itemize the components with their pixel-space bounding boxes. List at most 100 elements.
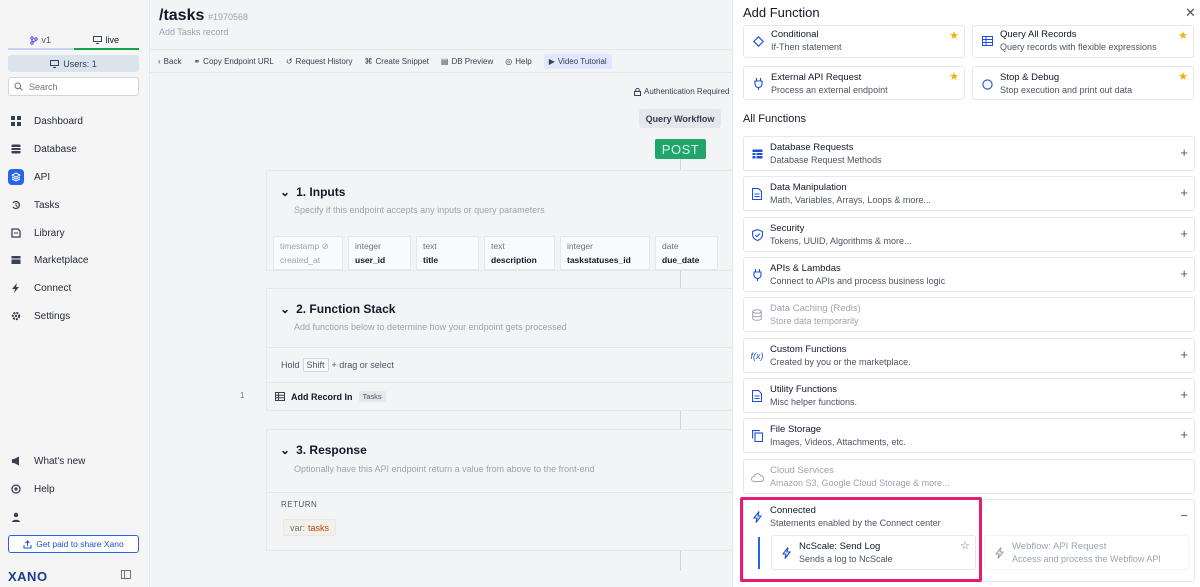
function-name: Conditional: [771, 29, 819, 40]
method-badge[interactable]: POST: [655, 139, 706, 159]
category-cloud-services[interactable]: Cloud Services Amazon S3, Google Cloud S…: [743, 459, 1195, 494]
share-label: Get paid to share Xano: [36, 539, 124, 549]
category-connected[interactable]: Connected Statements enabled by the Conn…: [743, 499, 1195, 582]
users-indicator[interactable]: Users: 1: [8, 55, 139, 72]
query-workflow-button[interactable]: Query Workflow: [639, 109, 721, 128]
sidebar-item-help[interactable]: Help: [8, 480, 139, 498]
favorite-external-api-request[interactable]: External API Request Process an external…: [743, 66, 965, 100]
category-data-manipulation[interactable]: Data Manipulation Math, Variables, Array…: [743, 176, 1195, 211]
category-security[interactable]: Security Tokens, UUID, Algorithms & more…: [743, 217, 1195, 252]
input-field[interactable]: text title: [416, 236, 479, 270]
input-field[interactable]: timestamp ⊘ created_at: [273, 236, 343, 270]
plus-icon[interactable]: +: [1180, 348, 1188, 361]
help-button[interactable]: ◎ Help: [505, 57, 531, 66]
function-stack-subtitle: Add functions below to determine how you…: [294, 322, 567, 332]
return-variable-chip[interactable]: var: tasks: [283, 519, 337, 536]
plus-icon[interactable]: +: [1180, 186, 1188, 199]
sidebar-item-library[interactable]: Library: [8, 224, 139, 242]
share-button[interactable]: Get paid to share Xano: [8, 535, 139, 553]
search-icon: [14, 82, 23, 91]
branch-tab-v1[interactable]: v1: [8, 32, 74, 50]
create-snippet-button[interactable]: ⌘ Create Snippet: [365, 57, 429, 66]
function-name: Add Record In: [291, 391, 353, 402]
favorite-stop-debug[interactable]: Stop & Debug Stop execution and print ou…: [972, 66, 1194, 100]
document-icon: [750, 187, 764, 201]
plus-icon[interactable]: +: [1180, 428, 1188, 441]
lightning-icon: [750, 510, 764, 524]
copy-endpoint-button[interactable]: ⚭ Copy Endpoint URL: [193, 57, 273, 66]
star-icon[interactable]: ★: [1178, 29, 1188, 42]
function-stack-title[interactable]: ⌄ 2. Function Stack: [280, 302, 395, 316]
connect-icon: [8, 280, 24, 296]
sidebar-item-tasks[interactable]: Tasks: [8, 196, 139, 214]
auth-label: Authentication Required: [644, 87, 730, 96]
connector-line: [680, 551, 681, 571]
monitor-icon: [93, 36, 103, 44]
input-field[interactable]: date due_date: [655, 236, 718, 270]
lightning-icon: [992, 546, 1006, 560]
plus-icon[interactable]: +: [1180, 146, 1188, 159]
star-icon[interactable]: ★: [949, 70, 959, 83]
function-webflow-api-request[interactable]: Webflow: API Request Access and process …: [984, 535, 1189, 570]
library-icon: [8, 225, 24, 241]
category-data-caching[interactable]: Data Caching (Redis) Store data temporar…: [743, 297, 1195, 332]
sidebar-item-connect[interactable]: Connect: [8, 279, 139, 297]
input-field[interactable]: text description: [484, 236, 555, 270]
plus-icon[interactable]: +: [1180, 267, 1188, 280]
page-title: /tasks: [159, 7, 205, 24]
category-file-storage[interactable]: File Storage Images, Videos, Attachments…: [743, 418, 1195, 453]
function-row-add-record[interactable]: Add Record In Tasks: [266, 382, 732, 411]
help-icon: ◎: [505, 56, 513, 66]
category-apis-lambdas[interactable]: APIs & Lambdas Connect to APIs and proce…: [743, 257, 1195, 292]
auth-indicator[interactable]: Authentication Required: [634, 87, 729, 96]
add-function-hint[interactable]: Hold Shift + drag or select: [267, 347, 733, 382]
lightning-icon: [779, 546, 793, 560]
search-input[interactable]: [29, 81, 129, 92]
favorite-query-all-records[interactable]: Query All Records Query records with fle…: [972, 25, 1194, 58]
circle-icon: [980, 77, 994, 91]
video-tutorial-button[interactable]: ▶ Video Tutorial: [543, 53, 612, 69]
function-icon: f(x): [750, 351, 764, 361]
category-utility-functions[interactable]: Utility Functions Misc helper functions.…: [743, 378, 1195, 413]
inputs-title[interactable]: ⌄ 1. Inputs: [280, 185, 345, 199]
toolbar-label: Video Tutorial: [557, 56, 607, 66]
function-name: Query All Records: [1000, 29, 1077, 40]
request-history-button[interactable]: ↺ Request History: [286, 57, 353, 66]
marketplace-icon: [8, 252, 24, 268]
favorite-conditional[interactable]: Conditional If-Then statement ★: [743, 25, 965, 58]
input-field[interactable]: integer user_id: [348, 236, 411, 270]
divider: [267, 492, 733, 493]
sidebar-item-database[interactable]: Database: [8, 140, 139, 158]
category-custom-functions[interactable]: f(x) Custom Functions Created by you or …: [743, 338, 1195, 373]
section-title-label: 2. Function Stack: [296, 302, 396, 316]
sidebar-item-whats-new[interactable]: What's new: [8, 452, 139, 470]
plus-icon[interactable]: +: [1180, 388, 1188, 401]
back-button[interactable]: ‹ Back: [158, 57, 181, 66]
sidebar-item-dashboard[interactable]: Dashboard: [8, 112, 139, 130]
sidebar-item-api[interactable]: API: [8, 168, 139, 186]
sidebar-item-account[interactable]: [8, 508, 139, 526]
star-icon[interactable]: ★: [949, 29, 959, 42]
star-outline-icon[interactable]: ☆: [960, 539, 970, 552]
function-desc: Access and process the Webflow API: [1012, 554, 1161, 564]
input-field[interactable]: integer taskstatuses_id: [560, 236, 650, 270]
toolbar-label: Create Snippet: [375, 56, 429, 66]
function-name: External API Request: [771, 72, 862, 83]
toolbar-label: Help: [515, 56, 532, 66]
function-ncscale-send-log[interactable]: NcScale: Send Log Sends a log to NcScale…: [771, 535, 976, 570]
diamond-icon: [751, 34, 765, 48]
toolbar: ‹ Back ⚭ Copy Endpoint URL ↺ Request Histor…: [150, 49, 732, 73]
collapse-sidebar-icon[interactable]: [121, 570, 131, 582]
document-icon: [750, 389, 764, 403]
search-box[interactable]: [8, 77, 139, 96]
branch-tab-live[interactable]: live: [73, 32, 139, 50]
db-preview-button[interactable]: ▤ DB Preview: [441, 57, 493, 66]
category-database-requests[interactable]: Database Requests Database Request Metho…: [743, 136, 1195, 171]
sidebar-item-settings[interactable]: Settings: [8, 307, 139, 325]
response-title[interactable]: ⌄ 3. Response: [280, 443, 367, 457]
star-icon[interactable]: ★: [1178, 70, 1188, 83]
close-icon[interactable]: ✕: [1185, 6, 1196, 19]
sidebar-item-marketplace[interactable]: Marketplace: [8, 251, 139, 269]
minus-icon[interactable]: −: [1180, 509, 1188, 522]
plus-icon[interactable]: +: [1180, 227, 1188, 240]
